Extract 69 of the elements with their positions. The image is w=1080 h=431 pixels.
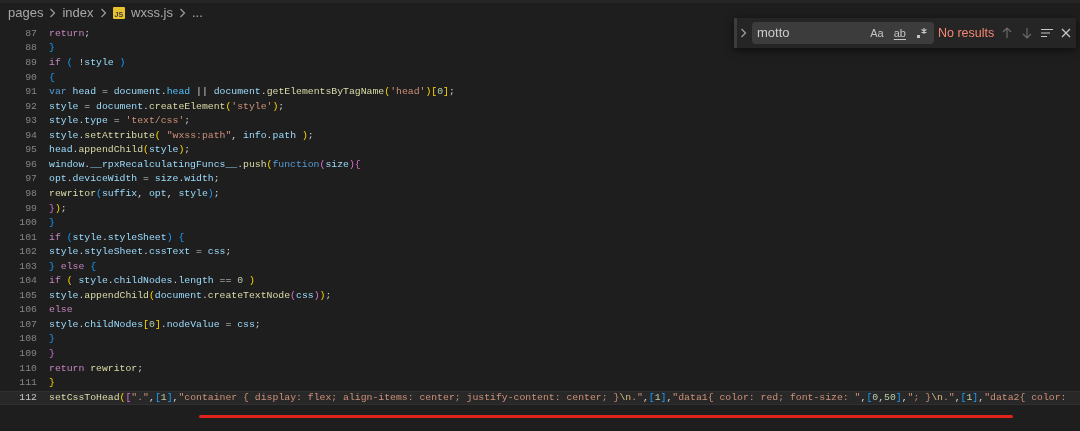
- breadcrumb-item[interactable]: index: [62, 2, 94, 23]
- match-case-toggle[interactable]: Aa: [867, 24, 887, 42]
- line-number: 94: [24, 128, 37, 143]
- code-line: setCssToHead([".",[1],"container { display: flex; align-items: center; justify-content: center; }\n.",[1],"data1{ color: red; font-size: ",[0,50],"; }\n.",[1],"data2{ color:: [49, 390, 1067, 405]
- line-number: 99: [24, 201, 37, 216]
- find-status: No results: [938, 24, 995, 42]
- line-number: 90: [24, 70, 37, 85]
- code-line: window.__rpxRecalculatingFuncs__.push(function(size){: [49, 157, 361, 172]
- line-number: 109: [18, 346, 37, 361]
- line-number: 91: [24, 85, 37, 100]
- line-number: 106: [18, 303, 37, 318]
- line-number: 97: [24, 172, 37, 187]
- previous-match-icon[interactable]: [1000, 26, 1014, 40]
- expand-chevron-icon[interactable]: [739, 27, 748, 39]
- code-line: if ( !style ): [49, 56, 126, 71]
- breadcrumb-item[interactable]: wxss.js: [131, 2, 173, 23]
- line-number: 89: [24, 56, 37, 71]
- line-number: 108: [18, 332, 37, 347]
- code-line: style.childNodes[0].nodeValue = css;: [49, 317, 261, 332]
- code-line: rewritor(suffix, opt, style);: [49, 186, 220, 201]
- code-line: } else {: [49, 259, 97, 274]
- code-line: }: [49, 216, 55, 231]
- find-input[interactable]: motto Aa ab: [752, 22, 934, 44]
- line-number: 107: [18, 317, 37, 332]
- line-number: 104: [18, 274, 37, 289]
- code-line: opt.deviceWidth = size.width;: [49, 172, 220, 187]
- whole-word-toggle[interactable]: ab: [890, 25, 909, 41]
- regex-icon: [915, 26, 929, 40]
- code-line: });: [49, 201, 67, 216]
- code-line: style.type = 'text/css';: [49, 114, 191, 129]
- code-line: style.setAttribute( "wxss:path", info.path );: [49, 128, 314, 143]
- code-line: else: [49, 303, 73, 318]
- find-in-selection-icon[interactable]: [1040, 26, 1054, 40]
- code-line: return;: [49, 26, 91, 41]
- line-number: 95: [24, 143, 37, 158]
- line-number: 93: [24, 114, 37, 129]
- line-number: 100: [18, 216, 37, 231]
- line-number: 92: [24, 99, 37, 114]
- code-line: if (style.styleSheet) {: [49, 230, 185, 245]
- chevron-icon: [49, 7, 57, 18]
- breadcrumb-item[interactable]: ...: [191, 2, 203, 23]
- breadcrumb-item[interactable]: pages: [8, 2, 44, 23]
- chevron-icon: [99, 7, 107, 18]
- code-line: return rewritor;: [49, 361, 144, 376]
- chevron-icon: [178, 7, 186, 18]
- next-match-icon[interactable]: [1020, 26, 1034, 40]
- code-line: }: [49, 376, 55, 391]
- code-line: var head = document.head || document.getElementsByTagName('head')[0];: [49, 85, 455, 100]
- code-line: style = document.createElement('style');: [49, 99, 285, 114]
- line-number: 96: [24, 157, 37, 172]
- line-number: 105: [18, 288, 37, 303]
- code-line: }: [49, 332, 55, 347]
- line-number: 111: [18, 376, 37, 391]
- line-number: 110: [18, 361, 37, 376]
- code-line: }: [49, 346, 55, 361]
- line-number: 112: [18, 390, 37, 405]
- code-line: style.styleSheet.cssText = css;: [49, 245, 232, 260]
- code-line: {: [49, 70, 55, 85]
- line-number: 101: [18, 230, 37, 245]
- code-line: }: [49, 41, 55, 56]
- code-line: if ( style.childNodes.length == 0 ): [49, 274, 255, 289]
- line-number: 87: [24, 26, 37, 41]
- code-line: head.appendChild(style);: [49, 143, 191, 158]
- line-number: 103: [18, 259, 37, 274]
- line-number: 102: [18, 245, 37, 260]
- code-line: style.appendChild(document.createTextNode(css));: [49, 288, 332, 303]
- line-number: 98: [24, 186, 37, 201]
- line-number: 88: [24, 41, 37, 56]
- close-icon[interactable]: [1060, 27, 1072, 39]
